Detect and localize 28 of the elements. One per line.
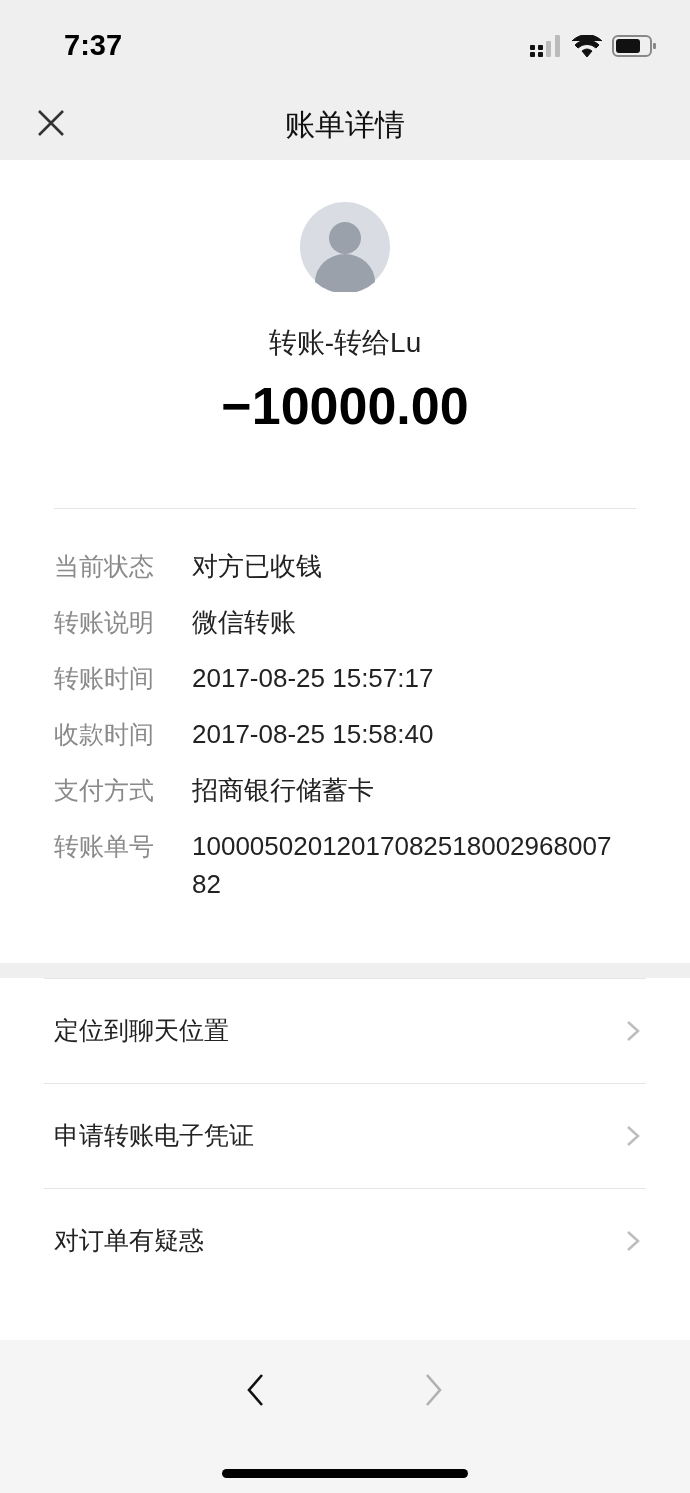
detail-value: 2017-08-25 15:57:17: [192, 662, 435, 695]
menu-item[interactable]: 申请转账电子凭证: [0, 1084, 690, 1188]
page-title: 账单详情: [285, 106, 405, 143]
detail-label: 支付方式: [54, 775, 155, 806]
amount: −10000.00: [221, 380, 469, 432]
status-time: 7:37: [64, 28, 123, 64]
detail-label: 转账说明: [54, 607, 155, 638]
wifi-icon: [572, 35, 602, 57]
chevron-right-icon: [626, 1125, 640, 1147]
detail-label: 转账时间: [54, 663, 155, 694]
detail-value: 1000050201201708251800296800782: [192, 830, 613, 901]
detail-label: 转账单号: [54, 831, 155, 862]
chevron-right-icon: [626, 1230, 640, 1252]
battery-icon: [612, 35, 656, 57]
detail-label: 收款时间: [54, 719, 155, 750]
detail-value: 2017-08-25 15:58:40: [192, 718, 435, 751]
chevron-left-icon: [246, 1373, 266, 1407]
chevron-right-icon: [424, 1373, 444, 1407]
menu-item[interactable]: 对订单有疑惑: [0, 1189, 690, 1293]
detail-value: 对方已收钱: [192, 550, 323, 583]
chevron-right-icon: [626, 1020, 640, 1042]
detail-value: 招商银行储蓄卡: [192, 774, 375, 807]
detail-label: 当前状态: [54, 551, 155, 582]
close-icon: [37, 109, 65, 137]
menu-item[interactable]: 定位到聊天位置: [0, 979, 690, 1083]
payee-name: 转账-转给Lu: [268, 326, 422, 360]
detail-value: 微信转账: [192, 606, 297, 639]
signal-icon: [530, 35, 562, 57]
